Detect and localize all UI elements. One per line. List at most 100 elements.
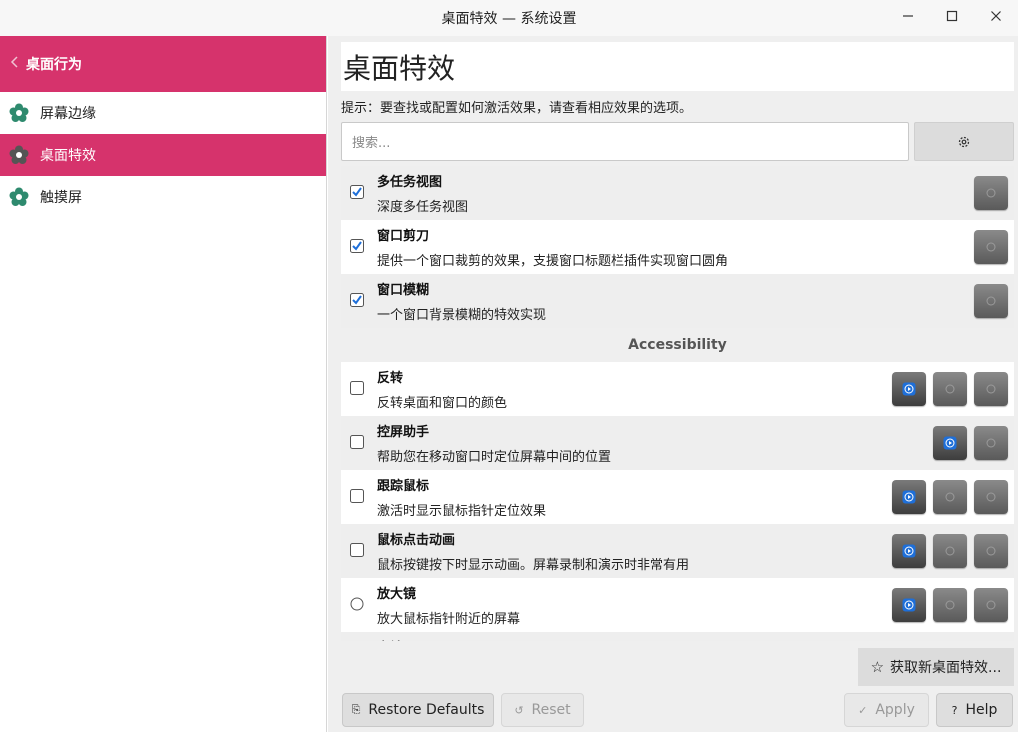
get-new-effects-label: 获取新桌面特效...: [890, 660, 1002, 676]
configure-effect-button[interactable]: [933, 480, 967, 514]
preview-button[interactable]: [892, 534, 926, 568]
star-icon: ☆: [870, 658, 885, 676]
checkbox-checked[interactable]: [350, 239, 364, 253]
sidebar-item-label: 屏幕边缘: [40, 106, 96, 122]
preview-button[interactable]: [892, 372, 926, 406]
maximize-button[interactable]: [930, 0, 974, 32]
sidebar-item-screen-edges[interactable]: 屏幕边缘: [0, 92, 326, 134]
list-item[interactable]: 窗口模糊 一个窗口背景模糊的特效实现: [341, 274, 1014, 328]
minimize-button[interactable]: [886, 0, 930, 32]
about-button[interactable]: [974, 176, 1008, 210]
sidebar-item-desktop-effects[interactable]: 桌面特效: [0, 134, 326, 176]
close-button[interactable]: [974, 0, 1018, 32]
effect-description: 激活时显示鼠标指针定位效果: [377, 504, 547, 519]
effect-description: 一个窗口背景模糊的特效实现: [377, 308, 547, 323]
radio-unchecked[interactable]: [350, 597, 364, 611]
title-bar: 桌面特效 — 系统设置: [0, 0, 1018, 36]
sidebar-item-label: 触摸屏: [40, 190, 82, 206]
sidebar-item-touchscreen[interactable]: 触摸屏: [0, 176, 326, 218]
sidebar-item-label: 桌面特效: [40, 148, 96, 164]
play-icon: [943, 436, 957, 450]
checkbox-unchecked[interactable]: [350, 489, 364, 503]
effect-name: 放大镜: [377, 587, 417, 602]
checkbox-unchecked[interactable]: [350, 543, 364, 557]
list-item[interactable]: 跟踪鼠标 激活时显示鼠标指针定位效果: [341, 470, 1014, 524]
info-icon: [986, 438, 996, 448]
flower-icon: [8, 102, 30, 124]
about-button[interactable]: [974, 230, 1008, 264]
info-icon: [986, 188, 996, 198]
effect-name: 鼠标点击动画: [377, 533, 456, 548]
flower-icon: [8, 144, 30, 166]
preview-button[interactable]: [892, 588, 926, 622]
effect-name: 反转: [377, 371, 404, 386]
info-icon: [986, 296, 996, 306]
configure-effect-button[interactable]: [933, 534, 967, 568]
configure-button[interactable]: [914, 122, 1014, 161]
page-title: 桌面特效: [341, 42, 1014, 91]
configure-effect-button[interactable]: [933, 588, 967, 622]
about-button[interactable]: [974, 284, 1008, 318]
chevron-left-icon: [10, 56, 18, 72]
about-button[interactable]: [974, 426, 1008, 460]
play-icon: [902, 382, 916, 396]
effect-description: 提供一个窗口裁剪的效果，支援窗口标题栏插件实现窗口圆角: [377, 254, 729, 269]
checkbox-checked[interactable]: [350, 293, 364, 307]
preview-button[interactable]: [933, 426, 967, 460]
get-new-effects-button[interactable]: ☆ 获取新桌面特效...: [858, 648, 1014, 686]
effect-description: 鼠标按键按下时显示动画。屏幕录制和演示时非常有用: [377, 558, 690, 573]
effects-list[interactable]: 多任务视图 深度多任务视图 窗口剪刀 提供一个窗口裁剪的效果，支援窗口标题栏插件…: [341, 166, 1014, 641]
about-button[interactable]: [974, 588, 1008, 622]
help-button[interactable]: ? Help: [936, 693, 1013, 727]
flower-icon: [8, 186, 30, 208]
list-item[interactable]: 控屏助手 帮助您在移动窗口时定位屏幕中间的位置: [341, 416, 1014, 470]
checkbox-checked[interactable]: [350, 185, 364, 199]
effect-name: 窗口剪刀: [377, 229, 430, 244]
check-icon: ✓: [858, 703, 868, 717]
sidebar: 桌面行为 屏幕边缘 桌面特效 触摸屏: [0, 36, 327, 732]
play-icon: [902, 598, 916, 612]
undo-icon: ↺: [514, 703, 524, 717]
gear-icon: [945, 492, 955, 502]
effect-name: 多任务视图: [377, 175, 443, 190]
list-item[interactable]: 空镜: [341, 632, 1014, 641]
apply-button[interactable]: ✓ Apply: [844, 693, 929, 727]
effect-name: 控屏助手: [377, 425, 430, 440]
info-icon: [986, 384, 996, 394]
list-item[interactable]: 窗口剪刀 提供一个窗口裁剪的效果，支援窗口标题栏插件实现窗口圆角: [341, 220, 1014, 274]
preview-button[interactable]: [892, 480, 926, 514]
help-label: Help: [965, 702, 998, 718]
help-icon: ?: [951, 703, 958, 717]
sidebar-back-button[interactable]: 桌面行为: [0, 36, 326, 92]
info-icon: [986, 546, 996, 556]
list-item[interactable]: 多任务视图 深度多任务视图: [341, 166, 1014, 220]
close-icon: [991, 11, 1001, 21]
sidebar-back-label: 桌面行为: [26, 57, 82, 73]
about-button[interactable]: [974, 480, 1008, 514]
list-item[interactable]: 反转 反转桌面和窗口的颜色: [341, 362, 1014, 416]
checkbox-unchecked[interactable]: [350, 435, 364, 449]
gear-icon: [958, 136, 970, 147]
search-input[interactable]: 搜索...: [341, 122, 909, 161]
reset-button[interactable]: ↺ Reset: [501, 693, 584, 727]
effect-description: 反转桌面和窗口的颜色: [377, 396, 508, 411]
list-item[interactable]: 鼠标点击动画 鼠标按键按下时显示动画。屏幕录制和演示时非常有用: [341, 524, 1014, 578]
reset-label: Reset: [531, 702, 571, 718]
effect-name: 窗口模糊: [377, 283, 430, 298]
restore-defaults-label: Restore Defaults: [368, 702, 485, 718]
about-button[interactable]: [974, 534, 1008, 568]
restore-icon: ⎘: [351, 703, 361, 716]
checkbox-unchecked[interactable]: [350, 381, 364, 395]
effect-description: 深度多任务视图: [377, 200, 469, 215]
section-header-accessibility: Accessibility: [341, 328, 1014, 362]
about-button[interactable]: [974, 372, 1008, 406]
configure-effect-button[interactable]: [933, 372, 967, 406]
info-icon: [986, 492, 996, 502]
gear-icon: [945, 546, 955, 556]
main-panel: 桌面特效 提示：要查找或配置如何激活效果，请查看相应效果的选项。 搜索... 多…: [328, 36, 1018, 732]
restore-defaults-button[interactable]: ⎘ Restore Defaults: [342, 693, 494, 727]
list-item[interactable]: 放大镜 放大鼠标指针附近的屏幕: [341, 578, 1014, 632]
effect-name: 跟踪鼠标: [377, 479, 430, 494]
gear-icon: [945, 600, 955, 610]
info-icon: [986, 600, 996, 610]
